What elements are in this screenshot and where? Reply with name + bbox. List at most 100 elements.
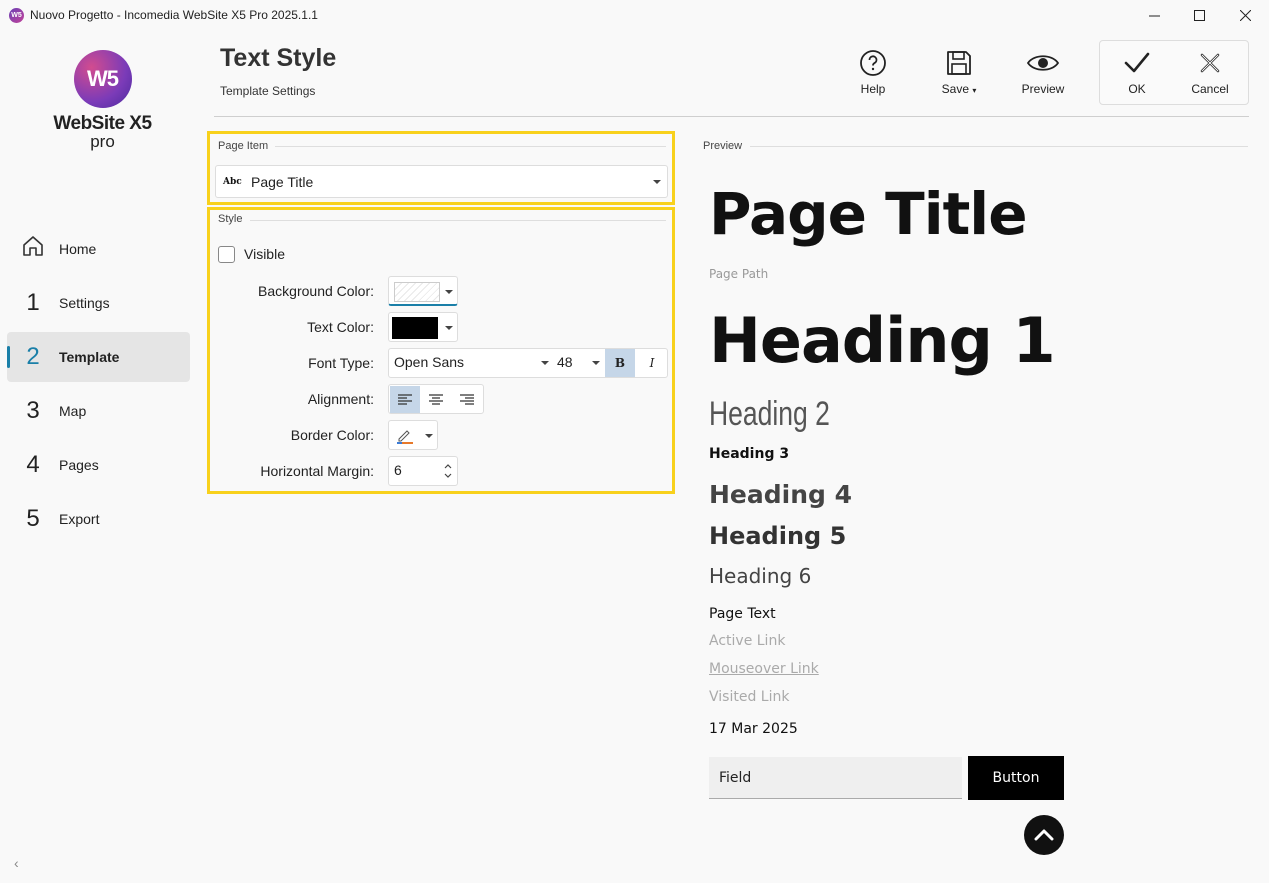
cancel-label: Cancel (1191, 82, 1229, 96)
maximize-icon (1193, 9, 1205, 21)
help-button[interactable]: Help (840, 47, 906, 103)
step-number: 5 (26, 505, 40, 532)
style-group-label: Style (218, 213, 243, 225)
align-center-icon (429, 393, 443, 405)
close-button[interactable] (1222, 0, 1268, 30)
text-color-swatch (392, 317, 438, 339)
group-divider (750, 146, 1248, 147)
preview-button: Button (968, 756, 1064, 800)
save-label: Save (941, 82, 969, 96)
preview-page-path: Page Path (709, 267, 769, 281)
border-color-label: Border Color: (290, 427, 374, 443)
save-button[interactable]: Save ▾ (926, 47, 992, 103)
font-size-select[interactable]: 48 (557, 354, 573, 370)
preview-page-title: Page Title (709, 180, 1028, 248)
border-color-picker[interactable] (388, 420, 438, 450)
align-left-button[interactable] (390, 386, 420, 413)
preview-heading-1: Heading 1 (709, 304, 1056, 377)
chevron-down-icon: ▾ (972, 86, 977, 95)
logo-edition: pro (90, 132, 115, 151)
logo-badge: W5 (73, 50, 132, 108)
header-divider (214, 116, 1249, 117)
preview-button[interactable]: Preview (1010, 47, 1076, 103)
pen-color-icon (397, 430, 413, 444)
step-number: 1 (26, 289, 40, 316)
page-subtitle: Template Settings (220, 84, 316, 98)
title-bar: W5 Nuovo Progetto - Incomedia WebSite X5… (0, 0, 1269, 30)
horizontal-margin-stepper[interactable]: 6 (388, 456, 458, 486)
minimize-icon (1148, 15, 1160, 16)
chevron-down-icon (592, 361, 600, 365)
step-number: 3 (26, 397, 40, 424)
alignment-label: Alignment: (307, 391, 374, 407)
sidebar-item-settings[interactable]: 1 Settings (7, 278, 190, 328)
preview-date: 17 Mar 2025 (709, 721, 798, 737)
page-item-dropdown[interactable]: Abc Page Title (215, 165, 668, 198)
ok-button[interactable]: OK (1104, 47, 1170, 103)
font-controls: Open Sans 48 B I (388, 348, 668, 378)
italic-icon: I (649, 356, 655, 370)
text-color-picker[interactable] (388, 312, 458, 342)
sidebar-item-label: Export (59, 511, 100, 527)
group-divider (275, 146, 666, 147)
spin-arrows-icon[interactable] (444, 462, 452, 480)
eye-icon (1010, 47, 1076, 79)
preview-heading-4: Heading 4 (709, 480, 853, 509)
preview-heading-6: Heading 6 (709, 564, 812, 588)
font-type-label: Font Type: (308, 355, 374, 371)
chevron-down-icon (445, 290, 453, 294)
text-color-label: Text Color: (307, 319, 374, 335)
close-x-icon (1177, 47, 1243, 79)
page-title: Text Style (220, 44, 337, 72)
sidebar-item-home[interactable]: Home (7, 224, 190, 274)
preview-label: Preview (1021, 82, 1065, 96)
back-to-top-icon (1024, 815, 1064, 855)
close-icon (1239, 9, 1251, 21)
step-number: 4 (26, 451, 40, 478)
sidebar-item-label: Pages (59, 457, 99, 473)
horizontal-margin-value: 6 (394, 462, 402, 478)
preview-group-label: Preview (703, 140, 743, 152)
logo-name: WebSite X5 (53, 113, 152, 134)
sidebar-item-pages[interactable]: 4 Pages (7, 440, 190, 490)
checkmark-icon (1104, 47, 1170, 79)
step-number: 2 (26, 343, 40, 370)
text-style-icon: Abc (223, 176, 242, 187)
bold-toggle[interactable]: B (605, 349, 635, 377)
minimize-button[interactable] (1131, 0, 1177, 30)
page-item-group-label: Page Item (218, 140, 269, 152)
sidebar-item-label: Template (59, 349, 120, 365)
chevron-down-icon (653, 180, 661, 184)
sidebar-item-map[interactable]: 3 Map (7, 386, 190, 436)
ok-label: OK (1128, 82, 1146, 96)
help-icon (840, 47, 906, 79)
align-right-icon (460, 393, 474, 405)
preview-mouseover-link: Mouseover Link (709, 661, 819, 677)
preview-page-text: Page Text (709, 606, 776, 622)
save-icon (926, 47, 992, 79)
collapse-sidebar-icon[interactable]: ‹ (14, 855, 19, 871)
preview-visited-link: Visited Link (709, 689, 790, 705)
italic-toggle[interactable]: I (637, 349, 667, 377)
background-color-picker[interactable] (388, 276, 458, 306)
sidebar-item-label: Settings (59, 295, 110, 311)
maximize-button[interactable] (1176, 0, 1222, 30)
page-item-value: Page Title (251, 173, 314, 190)
sidebar-item-export[interactable]: 5 Export (7, 494, 190, 544)
home-icon (7, 234, 59, 265)
group-divider (250, 220, 666, 221)
visible-checkbox[interactable] (218, 246, 235, 263)
app-logo: W5 WebSite X5 pro (50, 50, 155, 160)
sidebar-item-template[interactable]: 2 Template (7, 332, 190, 382)
chevron-down-icon (445, 326, 453, 330)
align-center-button[interactable] (421, 386, 451, 413)
cancel-button[interactable]: Cancel (1177, 47, 1243, 103)
align-left-icon (398, 393, 412, 405)
align-right-button[interactable] (452, 386, 482, 413)
preview-heading-2: Heading 2 (709, 395, 830, 433)
font-family-select[interactable]: Open Sans (394, 354, 464, 370)
visible-label: Visible (244, 246, 285, 262)
horizontal-margin-label: Horizontal Margin: (260, 463, 374, 479)
bold-icon: B (614, 356, 626, 370)
background-color-label: Background Color: (258, 283, 374, 299)
